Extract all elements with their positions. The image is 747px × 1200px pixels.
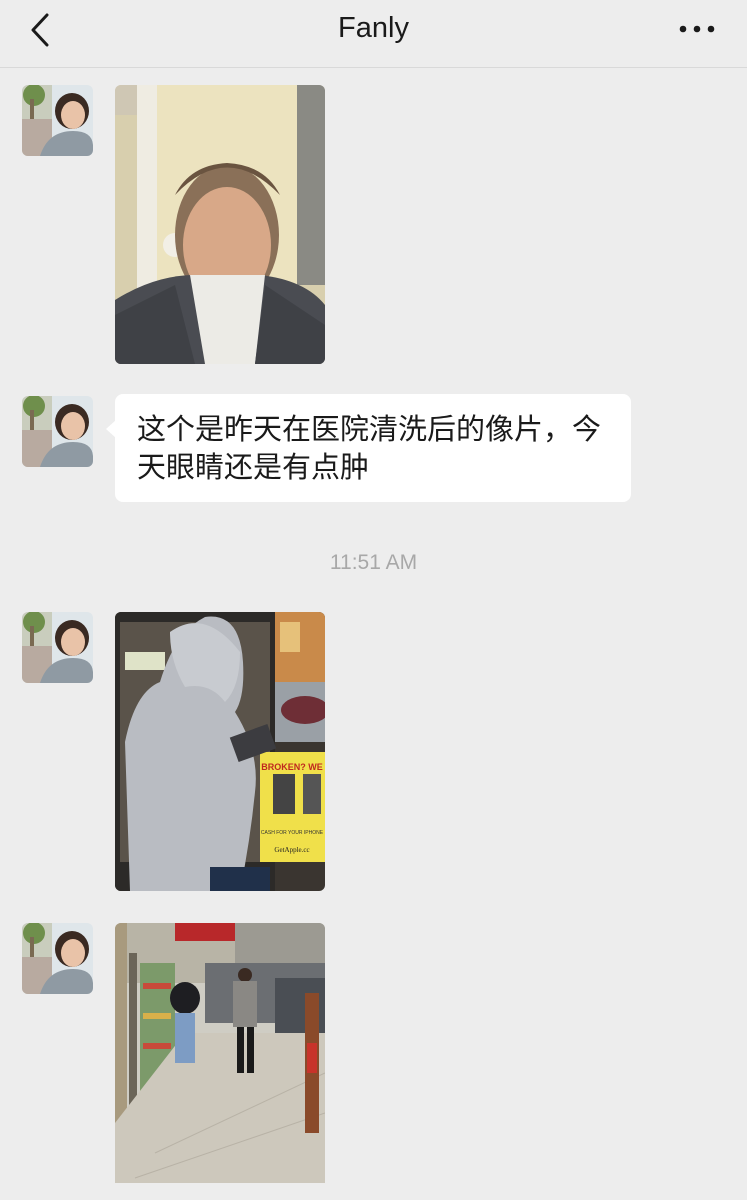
store-sign-url: GetApple.cc xyxy=(274,846,309,854)
avatar-photo xyxy=(22,85,93,156)
sender-avatar[interactable] xyxy=(22,396,93,467)
more-button[interactable] xyxy=(677,15,717,43)
message-image-selfie[interactable] xyxy=(115,85,325,364)
chat-header: Fanly xyxy=(0,0,747,68)
chat-title: Fanly xyxy=(338,12,409,44)
message-text: 这个是昨天在医院清洗后的像片，今天眼睛还是有点肿 xyxy=(137,412,602,484)
street-photo xyxy=(115,923,325,1183)
message-text-bubble[interactable]: 这个是昨天在医院清洗后的像片，今天眼睛还是有点肿 xyxy=(106,394,631,502)
sender-avatar[interactable] xyxy=(22,612,93,683)
selfie-photo xyxy=(115,85,325,364)
avatar-photo xyxy=(22,612,93,683)
store-sign-headline: BROKEN? WE xyxy=(261,762,323,772)
sender-avatar[interactable] xyxy=(22,923,93,994)
message-image-storefront[interactable]: BROKEN? WE CASH FOR YOUR IPHONE GetApple… xyxy=(115,612,325,891)
message-timestamp: 11:51 AM xyxy=(329,551,418,574)
ellipsis-icon xyxy=(679,25,715,33)
store-sign-cash: CASH FOR YOUR IPHONE xyxy=(261,830,324,836)
message-image-street[interactable] xyxy=(115,923,325,1183)
avatar-photo xyxy=(22,923,93,994)
sender-avatar[interactable] xyxy=(22,85,93,156)
storefront-photo: BROKEN? WE CASH FOR YOUR IPHONE GetApple… xyxy=(115,612,325,891)
avatar-photo xyxy=(22,396,93,467)
